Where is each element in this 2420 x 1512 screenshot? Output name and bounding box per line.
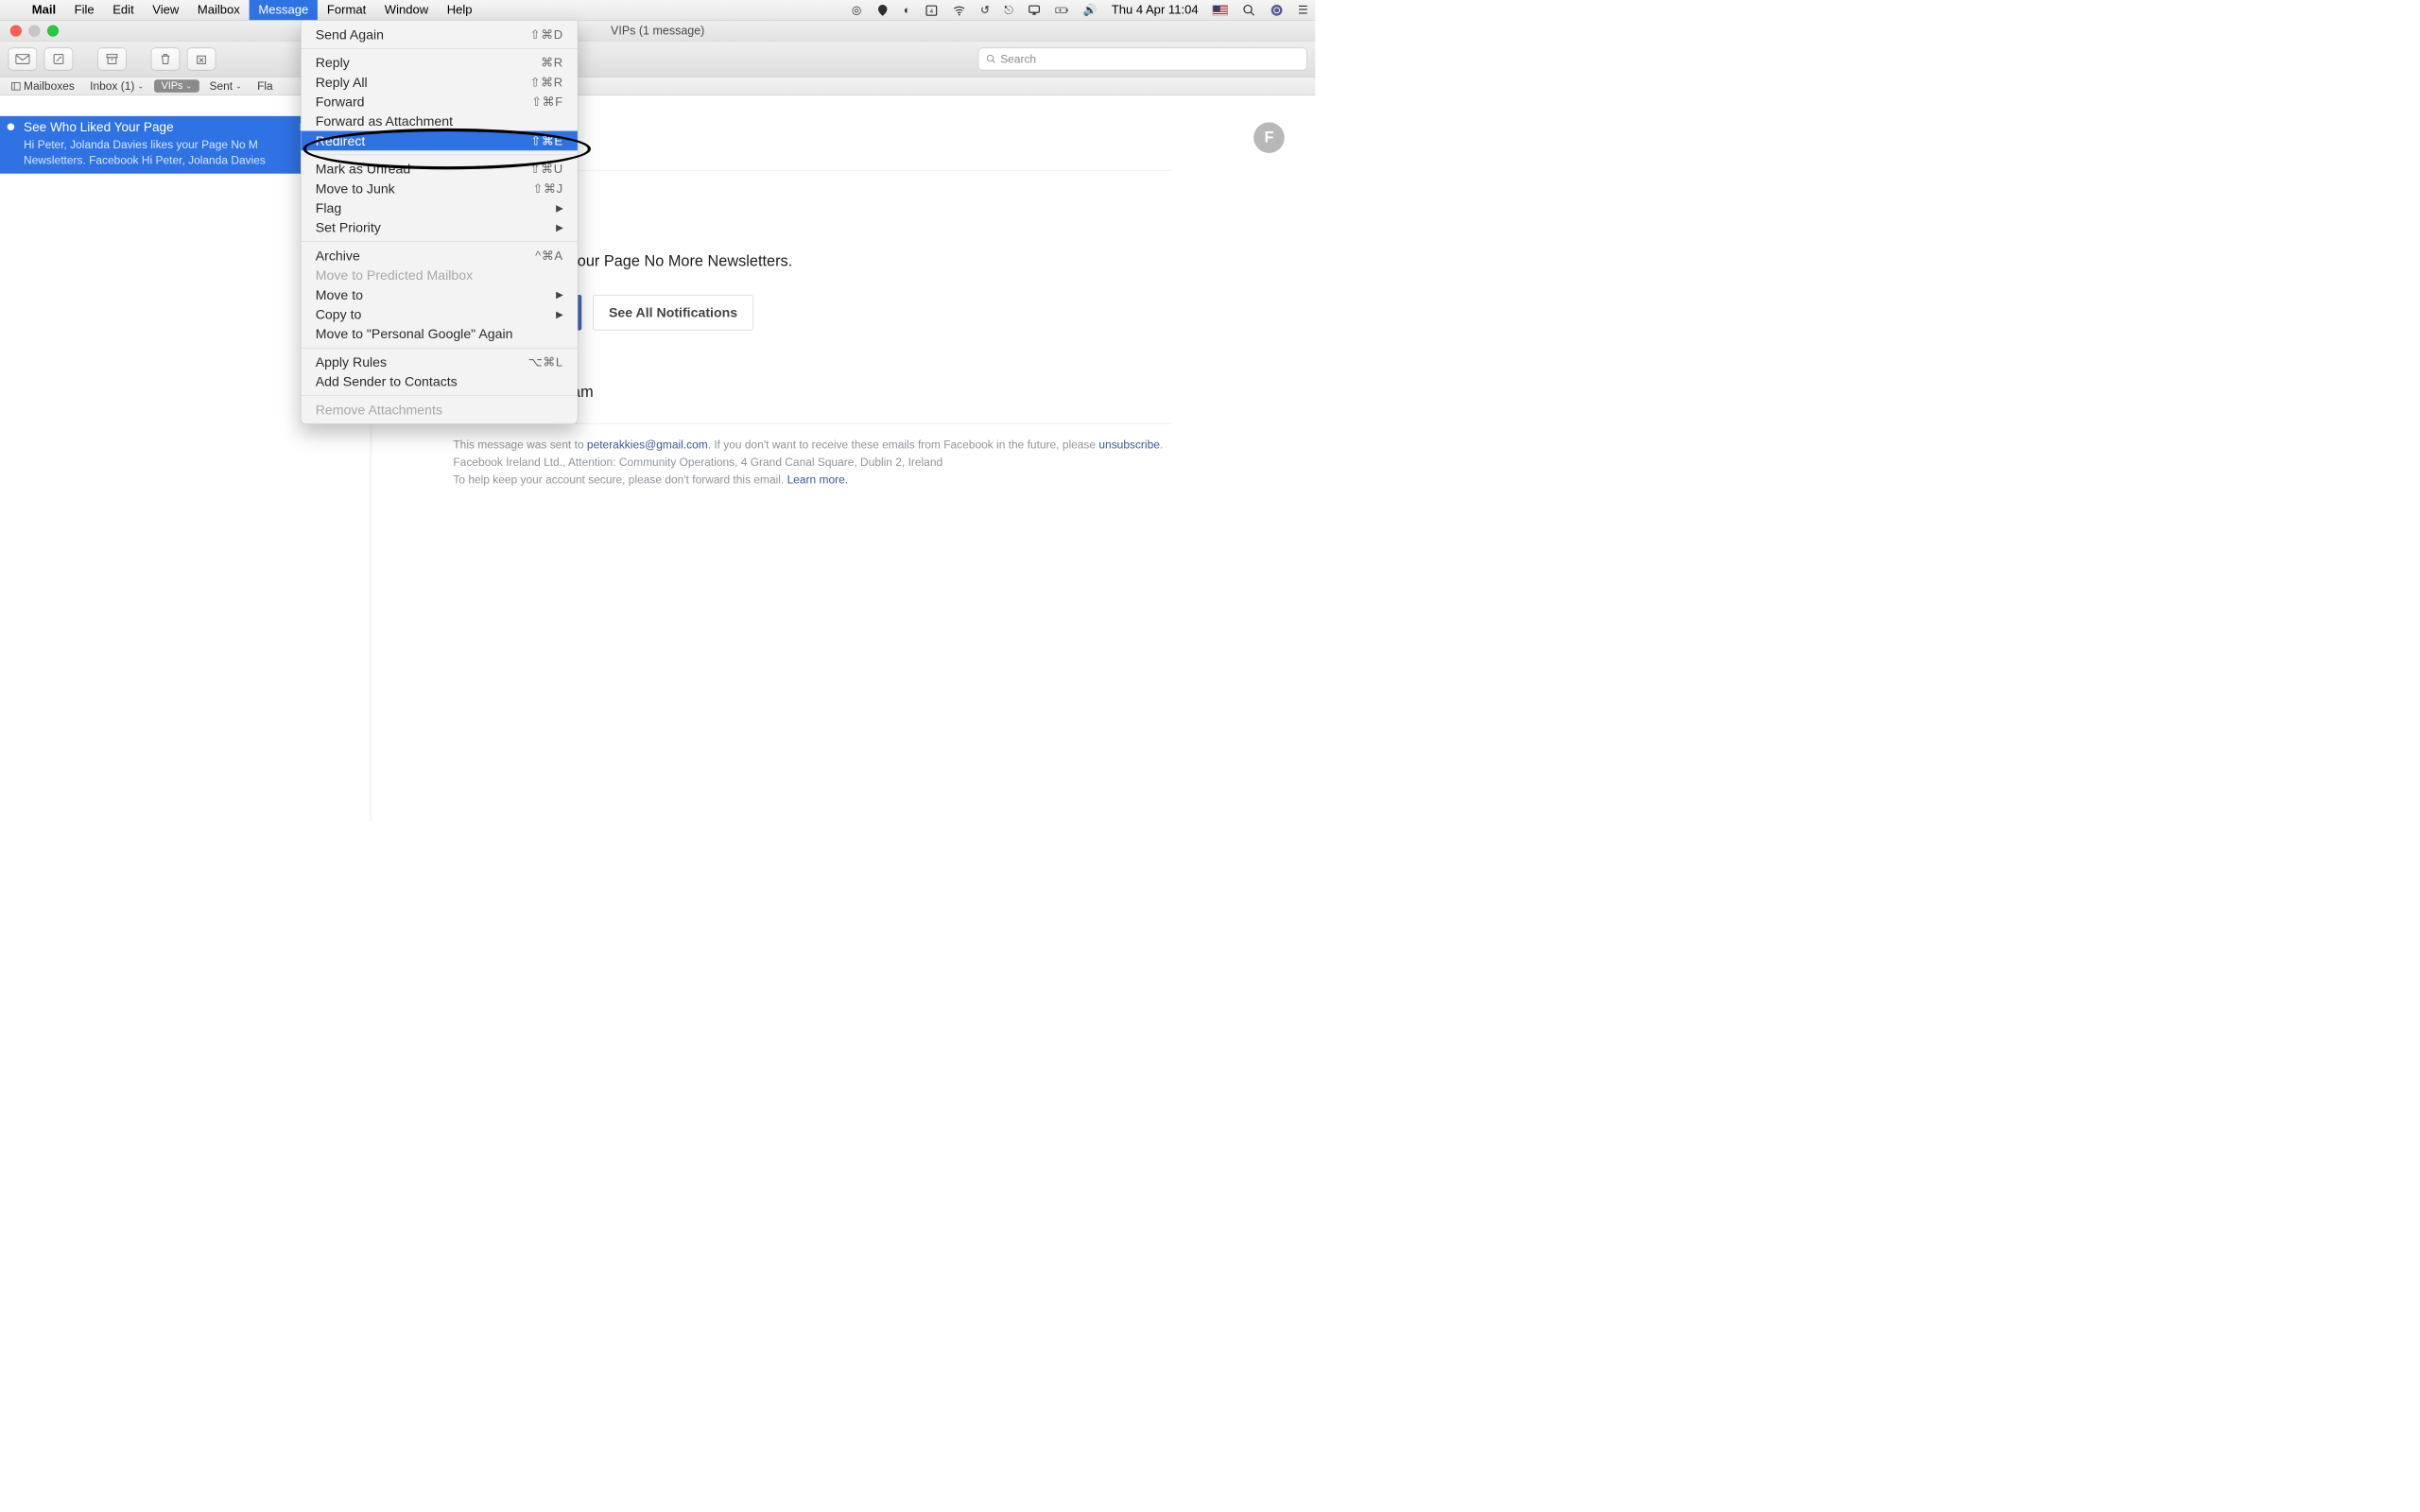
titlebar: VIPs (1 message) — [0, 21, 1315, 42]
junk-button[interactable] — [187, 47, 216, 70]
menu-item[interactable]: Move to Junk⇧⌘J — [301, 179, 577, 198]
menu-item[interactable]: Reply⌘R — [301, 53, 577, 73]
battery-icon[interactable] — [1048, 0, 1076, 20]
get-mail-button[interactable] — [9, 47, 37, 70]
delete-button[interactable] — [151, 47, 180, 70]
input-flag[interactable] — [1205, 0, 1236, 20]
favorites-bar: Mailboxes Inbox (1)⌄ VIPs⌄ Sent⌄ Fla — [0, 77, 1315, 96]
airplay-icon[interactable] — [1020, 0, 1047, 20]
notification-center-icon[interactable]: ☰ — [1290, 0, 1315, 20]
clock-icon[interactable]: ◐ — [896, 0, 917, 20]
volume-icon[interactable]: 🔊 — [1076, 0, 1104, 20]
unsubscribe-link[interactable]: unsubscribe — [1098, 438, 1159, 452]
menu-item[interactable]: Forward as Attachment — [301, 112, 577, 131]
menu-item[interactable]: Move to▶ — [301, 285, 577, 305]
footer-email-link[interactable]: peterakkies@gmail.com — [587, 438, 708, 452]
search-field[interactable]: Search — [978, 47, 1307, 70]
see-notifications-button[interactable]: See All Notifications — [593, 295, 753, 331]
menu-edit[interactable]: Edit — [103, 0, 143, 20]
clock[interactable]: Thu 4 Apr 11:04 — [1104, 3, 1205, 17]
sender-avatar: F — [1253, 122, 1285, 153]
window-title: VIPs (1 message) — [611, 24, 704, 38]
menu-format[interactable]: Format — [318, 0, 375, 20]
menu-item[interactable]: Set Priority▶ — [301, 217, 577, 237]
menu-window[interactable]: Window — [375, 0, 438, 20]
message-menu-dropdown: Send Again⇧⌘D Reply⌘RReply All⇧⌘RForward⇧… — [301, 21, 578, 424]
menu-item[interactable]: Flag▶ — [301, 198, 577, 218]
menu-item[interactable]: Mark as Unread⇧⌘U — [301, 159, 577, 179]
menu-item[interactable]: Add Sender to Contacts — [301, 371, 577, 391]
menu-item[interactable]: Archive^⌘A — [301, 246, 577, 266]
wifi-icon[interactable] — [945, 0, 973, 20]
menu-item: Move to Predicted Mailbox — [301, 266, 577, 285]
fav-vips[interactable]: VIPs⌄ — [154, 79, 199, 93]
menu-message[interactable]: Message — [250, 0, 318, 20]
close-window-button[interactable] — [10, 25, 22, 36]
status-icon[interactable] — [869, 0, 896, 20]
timemachine-icon[interactable]: ↺ — [973, 0, 996, 20]
spotlight-icon[interactable] — [1236, 0, 1263, 20]
archive-button[interactable] — [97, 47, 126, 70]
status-icon[interactable]: ◎ — [844, 0, 869, 20]
menu-item[interactable]: Reply All⇧⌘R — [301, 73, 577, 93]
menu-view[interactable]: View — [143, 0, 188, 20]
unread-dot-icon — [8, 123, 15, 130]
svg-text:4: 4 — [930, 9, 934, 15]
menu-item[interactable]: Move to "Personal Google" Again — [301, 324, 577, 344]
mailboxes-toggle[interactable]: Mailboxes — [7, 79, 80, 93]
menu-item: Remove Attachments — [301, 400, 577, 420]
search-placeholder: Search — [1000, 52, 1036, 65]
calendar-icon[interactable]: 4 — [918, 0, 945, 20]
menu-item[interactable]: Redirect⇧⌘E — [301, 131, 577, 151]
mail-window: VIPs (1 message) Search Mailboxes Inbox … — [0, 21, 1315, 822]
menu-help[interactable]: Help — [438, 0, 481, 20]
email-footer: This message was sent to peterakkies@gma… — [453, 436, 1172, 489]
toolbar: Search — [0, 41, 1315, 77]
menu-item[interactable]: Apply Rules⌥⌘L — [301, 352, 577, 372]
bluetooth-icon[interactable]: ⎋ — [997, 0, 1021, 20]
menu-item[interactable]: Send Again⇧⌘D — [301, 25, 577, 44]
search-icon — [986, 54, 996, 64]
menu-item[interactable]: Forward⇧⌘F — [301, 92, 577, 112]
menu-item[interactable]: Copy to▶ — [301, 304, 577, 324]
fav-flagged[interactable]: Fla — [252, 79, 278, 93]
fav-sent[interactable]: Sent⌄ — [204, 79, 247, 93]
app-menu[interactable]: Mail — [23, 0, 65, 20]
menu-mailbox[interactable]: Mailbox — [188, 0, 250, 20]
fav-inbox[interactable]: Inbox (1)⌄ — [85, 79, 149, 93]
system-menubar: Mail File Edit View Mailbox Message Form… — [0, 0, 1315, 21]
minimize-window-button[interactable] — [28, 25, 40, 36]
compose-button[interactable] — [44, 47, 73, 70]
menu-file[interactable]: File — [65, 0, 104, 20]
learn-more-link[interactable]: Learn more. — [787, 473, 848, 487]
zoom-window-button[interactable] — [47, 25, 59, 36]
siri-icon[interactable] — [1263, 0, 1290, 20]
